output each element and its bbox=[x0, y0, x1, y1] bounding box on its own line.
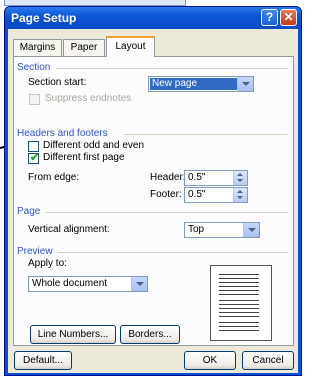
section-start-label: Section start: bbox=[28, 77, 87, 88]
ok-button[interactable]: OK bbox=[184, 351, 236, 370]
section-start-select[interactable]: New page bbox=[148, 76, 254, 92]
different-odd-even-label: Different odd and even bbox=[43, 140, 145, 151]
preview-heading: Preview bbox=[17, 246, 53, 257]
suppress-endnotes-label: Suppress endnotes bbox=[45, 93, 132, 104]
vertical-alignment-label: Vertical alignment: bbox=[28, 224, 110, 235]
apply-to-value: Whole document bbox=[32, 278, 108, 289]
header-distance-value: 0.5" bbox=[188, 172, 206, 183]
headers-footers-heading: Headers and footers bbox=[17, 128, 108, 139]
chevron-down-icon[interactable] bbox=[237, 77, 253, 91]
footer-label: Footer: bbox=[150, 189, 182, 200]
page-heading: Page bbox=[17, 206, 41, 217]
dialog-title: Page Setup bbox=[11, 11, 77, 25]
cancel-button[interactable]: Cancel bbox=[242, 351, 294, 370]
apply-to-label: Apply to: bbox=[28, 258, 67, 269]
help-button[interactable]: ? bbox=[261, 9, 278, 26]
close-icon: ✕ bbox=[283, 10, 294, 24]
page-setup-dialog: Page Setup ? ✕ Margins Paper Layout Sect… bbox=[4, 6, 302, 376]
section-divider bbox=[56, 68, 288, 69]
suppress-endnotes-checkbox[interactable] bbox=[29, 94, 40, 105]
header-label: Header: bbox=[150, 172, 186, 183]
chevron-down-icon[interactable] bbox=[131, 277, 147, 291]
preview-divider bbox=[58, 252, 288, 253]
dialog-client-area: Margins Paper Layout Section Section sta… bbox=[8, 29, 298, 373]
preview-page-thumbnail bbox=[210, 265, 272, 341]
page-divider bbox=[46, 212, 288, 213]
different-first-page-label: Different first page bbox=[43, 152, 125, 163]
tab-margins[interactable]: Margins bbox=[13, 39, 62, 56]
tab-paper[interactable]: Paper bbox=[63, 39, 105, 56]
apply-to-select[interactable]: Whole document bbox=[28, 276, 148, 292]
default-button[interactable]: Default... bbox=[14, 351, 72, 370]
chevron-down-icon[interactable] bbox=[243, 223, 259, 237]
footer-distance-value: 0.5" bbox=[188, 189, 206, 200]
different-first-page-checkbox[interactable]: ✔ bbox=[28, 152, 40, 164]
vertical-alignment-value: Top bbox=[188, 224, 205, 235]
header-distance-spinner[interactable]: 0.5" bbox=[184, 170, 248, 186]
close-button[interactable]: ✕ bbox=[280, 9, 297, 26]
line-numbers-button[interactable]: Line Numbers... bbox=[30, 325, 116, 344]
spin-arrows-icon[interactable] bbox=[233, 171, 247, 185]
checkmark-icon: ✔ bbox=[30, 152, 40, 164]
spin-arrows-icon[interactable] bbox=[233, 188, 247, 202]
from-edge-label: From edge: bbox=[28, 172, 80, 183]
vertical-alignment-select[interactable]: Top bbox=[184, 222, 260, 238]
section-start-value: New page bbox=[150, 78, 240, 90]
tab-layout[interactable]: Layout bbox=[106, 36, 155, 57]
section-heading: Section bbox=[17, 62, 51, 73]
borders-button[interactable]: Borders... bbox=[120, 325, 180, 344]
headers-footers-divider bbox=[124, 134, 288, 135]
title-bar[interactable]: Page Setup ? ✕ bbox=[5, 7, 301, 29]
footer-distance-spinner[interactable]: 0.5" bbox=[184, 187, 248, 203]
